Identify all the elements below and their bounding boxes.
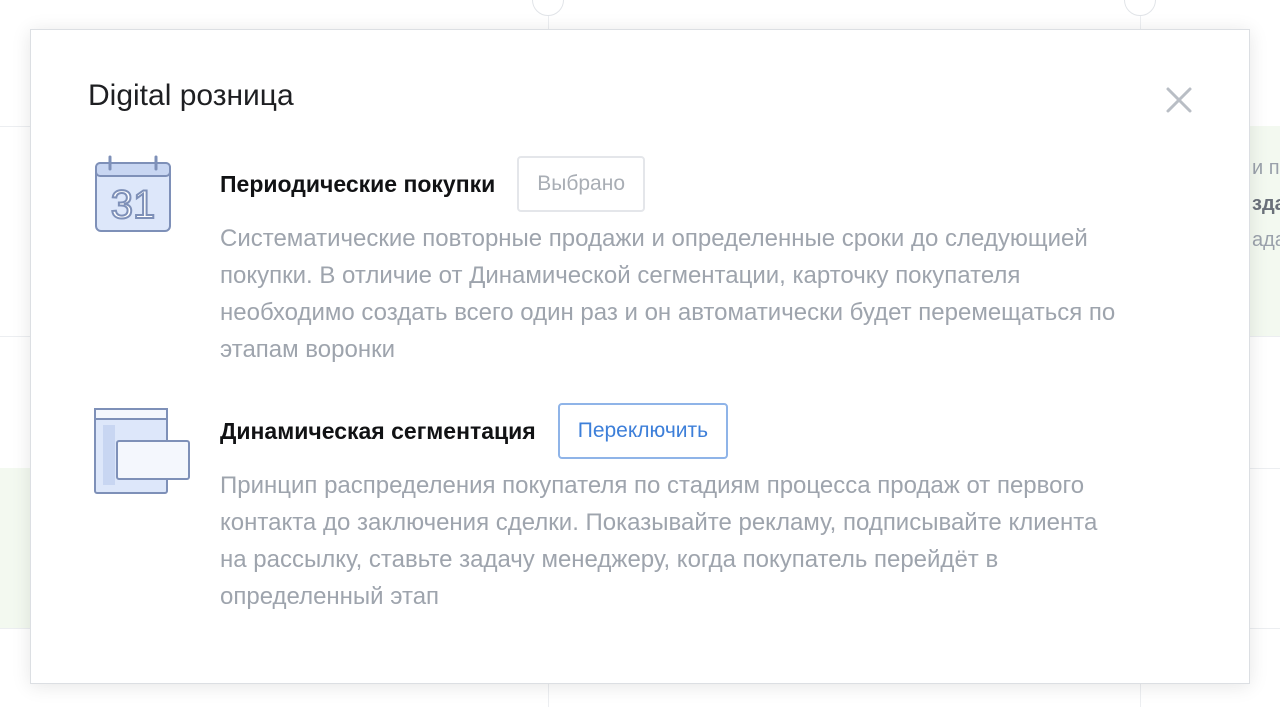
option-periodic-purchases: 31 Периодические покупки Выбрано Система… bbox=[31, 155, 1249, 376]
background-text: адач bbox=[1252, 229, 1280, 251]
option-description: Систематические повторные продажи и опре… bbox=[220, 225, 1116, 363]
option-header: Динамическая сегментация Переключить bbox=[220, 403, 729, 459]
calendar-icon: 31 bbox=[95, 155, 171, 232]
funnel-type-modal: Digital розница 31 Периодические покупки… bbox=[30, 29, 1250, 684]
close-icon bbox=[1166, 87, 1192, 113]
option-name: Периодические покупки bbox=[220, 170, 496, 197]
switch-button[interactable]: Переключить bbox=[557, 403, 729, 459]
calendar-number: 31 bbox=[111, 183, 156, 227]
background-funnel-node bbox=[1124, 0, 1156, 16]
selected-button: Выбрано bbox=[517, 156, 646, 212]
segmentation-windows-icon bbox=[94, 408, 190, 494]
background-funnel-node bbox=[532, 0, 564, 16]
background-highlight-panel bbox=[0, 468, 30, 628]
option-header: Периодические покупки Выбрано bbox=[220, 156, 646, 212]
option-dynamic-segmentation: Динамическая сегментация Переключить При… bbox=[31, 403, 1249, 623]
modal-title: Digital розница bbox=[88, 79, 294, 112]
option-description: Принцип распределения покупателя по стад… bbox=[220, 472, 1098, 610]
option-name: Динамическая сегментация bbox=[220, 417, 536, 444]
background-text: и п bbox=[1252, 157, 1280, 179]
background-text: зда bbox=[1252, 193, 1280, 215]
close-button[interactable] bbox=[1159, 80, 1199, 120]
